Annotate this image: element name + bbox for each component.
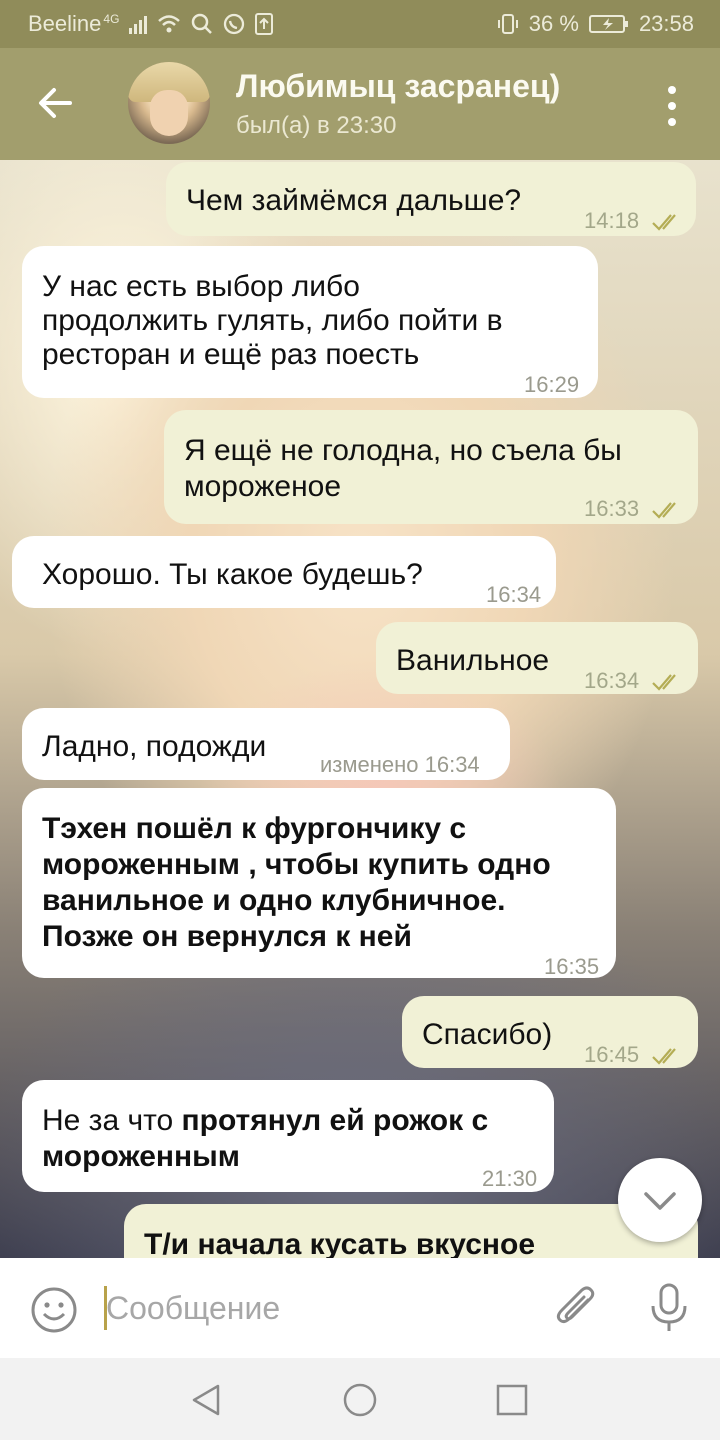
signal-icon (129, 16, 148, 34)
message-bubble-outgoing[interactable]: Спасибо) 16:45 (402, 996, 698, 1068)
double-check-icon (652, 502, 677, 519)
nav-back-icon[interactable] (188, 1382, 224, 1418)
microphone-icon[interactable] (646, 1282, 692, 1334)
avatar[interactable] (128, 62, 210, 144)
message-bubble-incoming[interactable]: Хорошо. Ты какое будешь? 16:34 (12, 536, 556, 608)
double-check-icon (652, 674, 677, 691)
chat-background[interactable]: Чем займёмся дальше? 14:18 У нас есть вы… (0, 160, 720, 1258)
message-input-bar: Сообщение (0, 1258, 720, 1358)
search-icon (192, 13, 213, 34)
back-arrow-icon[interactable] (30, 78, 80, 128)
more-options-icon[interactable] (660, 84, 684, 128)
message-time: 21:30 (482, 1166, 538, 1191)
carrier-label: Beeline (28, 11, 102, 36)
message-text: Ванильное (396, 644, 550, 677)
message-bubble-incoming[interactable]: У нас есть выбор либо продолжить гулять,… (22, 246, 598, 398)
scroll-to-bottom-button[interactable] (618, 1158, 702, 1242)
chat-title[interactable]: Любимыц засранец) (236, 68, 560, 105)
chevron-down-icon (644, 1192, 676, 1210)
wifi-icon (158, 15, 181, 33)
whatsapp-icon (224, 13, 245, 35)
message-text: Не за что (42, 1104, 182, 1137)
message-time: 16:34 (584, 668, 640, 693)
status-bar: Beeline 4G 36 % 23:58 (0, 0, 720, 48)
message-time: 16:35 (544, 954, 600, 979)
message-text: мороженным (42, 1140, 240, 1173)
message-text: продолжить гулять, либо пойти в (42, 304, 503, 337)
message-text: протянул ей рожок с (181, 1104, 489, 1137)
clock: 23:58 (638, 11, 694, 36)
message-time: 16:29 (524, 372, 580, 397)
message-time: 16:34 (486, 582, 542, 607)
message-text: Тэхен пошёл к фургончику с (42, 812, 467, 845)
message-time: 16:33 (584, 496, 640, 521)
emoji-icon[interactable] (30, 1286, 78, 1334)
network-label: 4G (103, 12, 120, 26)
message-bubble-incoming[interactable]: Не за что протянул ей рожок с мороженным… (22, 1080, 554, 1192)
message-bubble-outgoing[interactable]: Т/и начала кусать вкусное (124, 1204, 698, 1258)
message-bubble-incoming[interactable]: Тэхен пошёл к фургончику с мороженным , … (22, 788, 616, 979)
message-text: ресторан и ещё раз поесть (42, 338, 420, 371)
message-text: Позже он вернулся к ней (42, 920, 412, 953)
message-text: мороженое (184, 470, 342, 503)
battery-percent: 36 % (528, 11, 579, 36)
message-bubble-outgoing[interactable]: Я ещё не голодна, но съела бы мороженое … (164, 410, 698, 524)
message-bubble-incoming[interactable]: Ладно, подожди изменено 16:34 (22, 708, 510, 780)
message-text: ванильное и одно клубничное. (42, 884, 506, 917)
double-check-icon (652, 1048, 677, 1065)
paperclip-icon[interactable] (554, 1284, 600, 1334)
battery-icon (588, 15, 628, 33)
message-time: изменено 16:34 (320, 752, 480, 777)
message-bubble-outgoing[interactable]: Чем займёмся дальше? 14:18 (166, 162, 696, 236)
chat-header: Любимыц засранец) был(а) в 23:30 (0, 48, 720, 160)
message-text: Хорошо. Ты какое будешь? (42, 558, 423, 591)
message-text: Т/и начала кусать вкусное (144, 1228, 536, 1258)
nav-recent-apps-icon[interactable] (494, 1382, 530, 1418)
system-navigation-bar (0, 1358, 720, 1440)
last-seen-status: был(а) в 23:30 (236, 112, 397, 139)
message-text: Я ещё не голодна, но съела бы (184, 434, 622, 467)
message-text: мороженным , чтобы купить одно (42, 848, 551, 881)
upload-notification-icon (255, 13, 274, 35)
message-time: 14:18 (584, 208, 640, 233)
message-text: Спасибо) (422, 1018, 553, 1051)
message-bubble-outgoing[interactable]: Ванильное 16:34 (376, 622, 698, 694)
message-input[interactable]: Сообщение (106, 1290, 280, 1327)
message-text: Чем займёмся дальше? (186, 184, 522, 217)
double-check-icon (652, 214, 677, 231)
nav-home-icon[interactable] (342, 1382, 378, 1418)
vibrate-icon (497, 14, 518, 34)
message-text: Ладно, подожди (42, 730, 267, 763)
message-time: 16:45 (584, 1042, 640, 1067)
message-text: У нас есть выбор либо (42, 270, 360, 303)
